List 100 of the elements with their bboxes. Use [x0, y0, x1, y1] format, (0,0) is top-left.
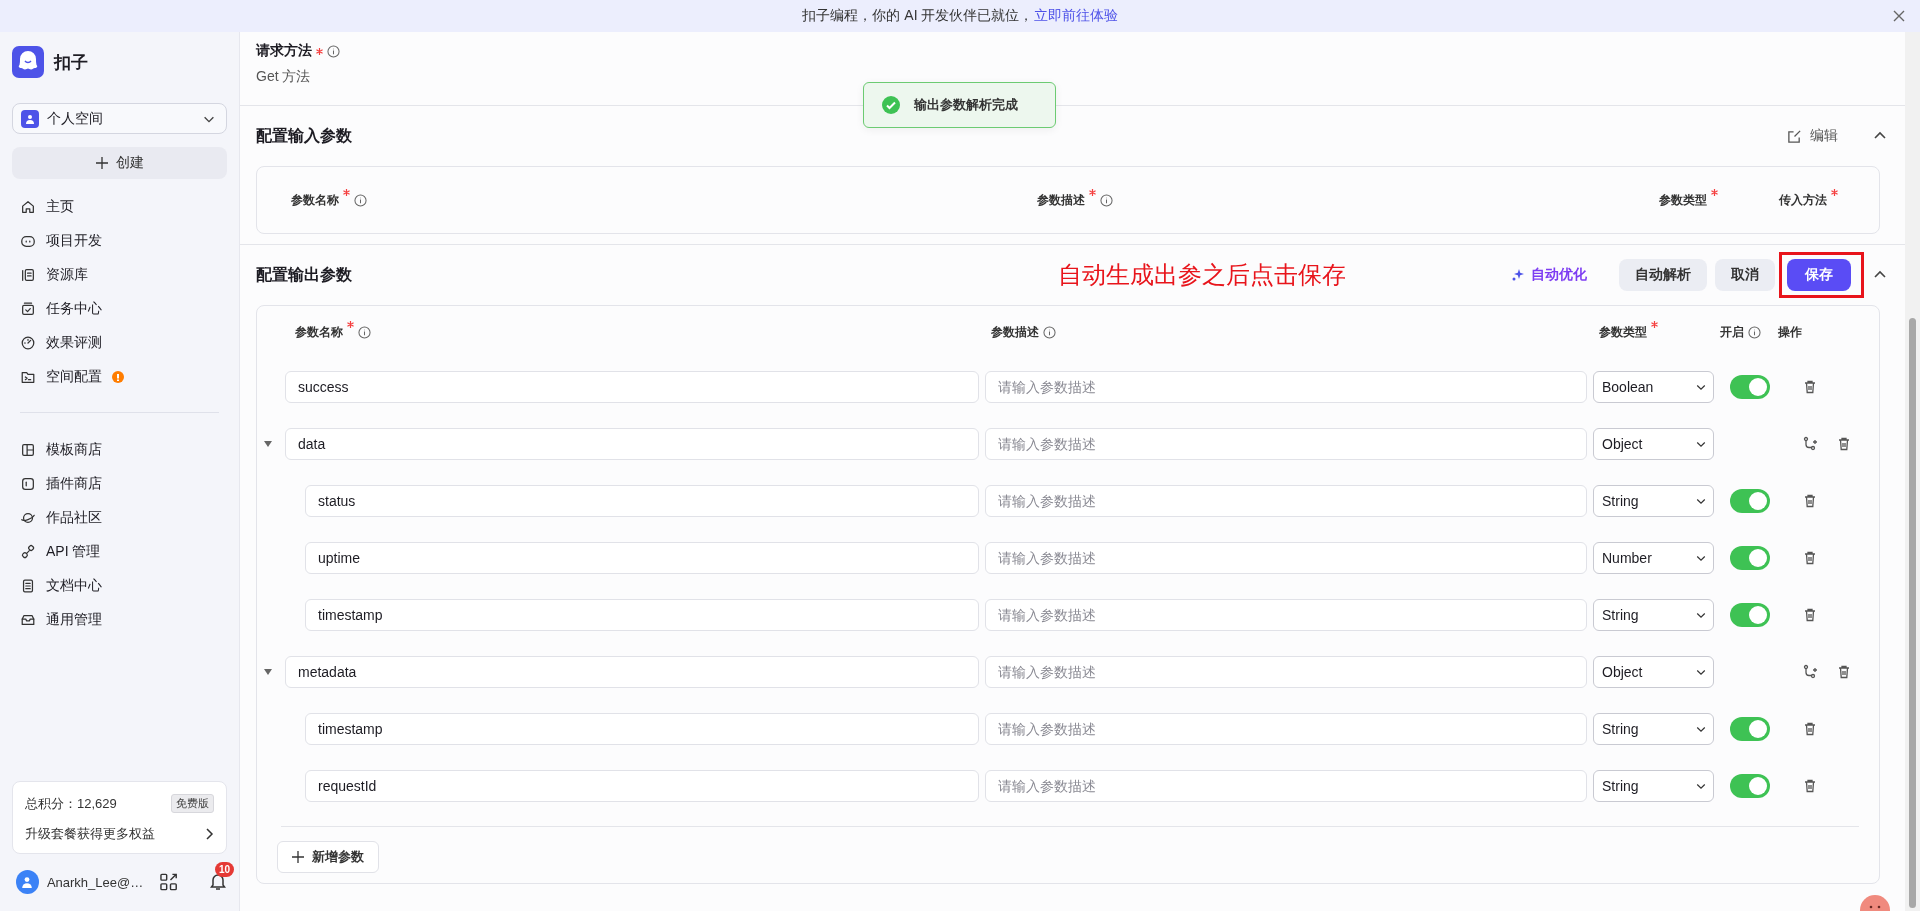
type-select[interactable]: String	[1593, 484, 1714, 517]
description-field[interactable]: 请输入参数描述	[985, 370, 1587, 403]
method-value: Get 方法	[256, 68, 312, 86]
type-select[interactable]: String	[1593, 769, 1714, 802]
banner-text: 扣子编程，你的 AI 开发伙伴已就位，	[802, 7, 1034, 25]
expand-toggle-icon[interactable]	[264, 439, 272, 448]
optimize-button[interactable]: 自动优化	[1505, 265, 1593, 285]
name-field[interactable]: metadata	[285, 655, 979, 688]
column-header: 开启	[1720, 323, 1761, 341]
banner-link[interactable]: 立即前往体验	[1033, 7, 1118, 25]
delete-icon[interactable]	[1802, 777, 1818, 794]
section-title: 配置输出参数	[256, 264, 352, 285]
type-select[interactable]: Number	[1593, 541, 1714, 574]
field-label: 请求方法	[256, 42, 312, 60]
plus-icon	[95, 157, 108, 169]
nav-item[interactable]: 插件商店	[12, 467, 227, 501]
type-select[interactable]: Object	[1593, 427, 1714, 460]
plug-icon	[20, 476, 36, 492]
book-icon	[20, 267, 36, 283]
toggle-switch[interactable]	[1730, 545, 1770, 570]
name-field[interactable]: uptime	[305, 541, 979, 574]
chevron-right-icon[interactable]	[204, 828, 214, 840]
name-field[interactable]: data	[285, 427, 979, 460]
column-header: 参数描述	[1037, 191, 1659, 209]
description-field[interactable]: 请输入参数描述	[985, 598, 1587, 631]
name-field[interactable]: success	[285, 370, 979, 403]
column-header: 参数名称	[295, 323, 371, 341]
document-icon	[20, 578, 36, 594]
toggle-switch[interactable]	[1730, 488, 1770, 513]
nav-item[interactable]: 空间配置	[12, 360, 227, 394]
toggle-switch[interactable]	[1730, 716, 1770, 741]
nav-item[interactable]: 任务中心	[12, 292, 227, 326]
delete-icon[interactable]	[1836, 435, 1852, 452]
description-field[interactable]: 请输入参数描述	[985, 541, 1587, 574]
toggle-switch[interactable]	[1730, 773, 1770, 798]
points-total: 总积分：12,629	[25, 794, 117, 813]
delete-icon[interactable]	[1802, 549, 1818, 566]
task-icon	[20, 301, 36, 317]
column-header: 参数描述	[991, 323, 1056, 341]
apps-icon[interactable]	[159, 873, 177, 891]
create-button[interactable]: 创建	[12, 147, 227, 179]
type-select[interactable]: Boolean	[1593, 370, 1714, 403]
name-field[interactable]: status	[305, 484, 979, 517]
sparkle-icon	[1511, 268, 1525, 282]
type-select[interactable]: String	[1593, 598, 1714, 631]
edit-button[interactable]: 编辑	[1781, 126, 1844, 146]
delete-icon[interactable]	[1802, 492, 1818, 509]
expand-toggle-icon[interactable]	[264, 667, 272, 676]
ghost-logo-icon[interactable]	[12, 46, 44, 78]
description-field[interactable]: 请输入参数描述	[985, 769, 1587, 802]
column-header: 参数类型	[1599, 323, 1658, 341]
toggle-switch[interactable]	[1730, 602, 1770, 627]
space-avatar-icon	[21, 109, 39, 128]
description-field[interactable]: 请输入参数描述	[985, 427, 1587, 460]
description-field[interactable]: 请输入参数描述	[985, 484, 1587, 517]
name-field[interactable]: timestamp	[305, 598, 979, 631]
delete-icon[interactable]	[1802, 378, 1818, 395]
type-select[interactable]: Object	[1593, 655, 1714, 688]
scrollbar[interactable]	[1905, 32, 1920, 911]
toast-message: 输出参数解析完成	[914, 96, 1018, 114]
upgrade-link[interactable]: 升级套餐获得更多权益	[25, 825, 155, 843]
nav-item[interactable]: 通用管理	[12, 603, 227, 637]
nav-item[interactable]: API 管理	[12, 535, 227, 569]
edit-icon	[1787, 128, 1802, 144]
close-icon[interactable]	[1892, 9, 1906, 23]
folder-icon	[20, 369, 36, 385]
description-field[interactable]: 请输入参数描述	[985, 712, 1587, 745]
add-parameter-button[interactable]: 新增参数	[277, 841, 379, 873]
nav-item[interactable]: 文档中心	[12, 569, 227, 603]
toggle-switch[interactable]	[1730, 374, 1770, 399]
nav-item[interactable]: 项目开发	[12, 224, 227, 258]
parse-button[interactable]: 自动解析	[1619, 259, 1707, 291]
nav-item[interactable]: 效果评测	[12, 326, 227, 360]
column-header: 操作	[1778, 323, 1802, 341]
face-icon	[20, 233, 36, 249]
section-title: 配置输入参数	[256, 125, 352, 146]
nav-item[interactable]: 主页	[12, 190, 227, 224]
description-field[interactable]: 请输入参数描述	[985, 655, 1587, 688]
planet-icon	[20, 510, 36, 526]
add-child-icon[interactable]	[1802, 663, 1818, 680]
brand-name: 扣子	[54, 51, 88, 74]
user-avatar[interactable]	[16, 870, 39, 894]
inbox-icon	[20, 612, 36, 628]
delete-icon[interactable]	[1836, 663, 1852, 680]
delete-icon[interactable]	[1802, 606, 1818, 623]
add-child-icon[interactable]	[1802, 435, 1818, 452]
check-circle-icon	[882, 96, 900, 114]
plus-icon	[292, 851, 304, 863]
name-field[interactable]: timestamp	[305, 712, 979, 745]
user-name[interactable]: Anarkh_Lee@…	[46, 874, 152, 890]
space-select[interactable]: 个人空间	[12, 103, 227, 134]
delete-icon[interactable]	[1802, 720, 1818, 737]
name-field[interactable]: requestId	[305, 769, 979, 802]
nav-item[interactable]: 模板商店	[12, 433, 227, 467]
nav-item[interactable]: 作品社区	[12, 501, 227, 535]
link-icon	[20, 544, 36, 560]
cancel-button[interactable]: 取消	[1715, 259, 1775, 291]
nav-item[interactable]: 资源库	[12, 258, 227, 292]
type-select[interactable]: String	[1593, 712, 1714, 745]
save-button[interactable]: 保存	[1787, 259, 1851, 291]
